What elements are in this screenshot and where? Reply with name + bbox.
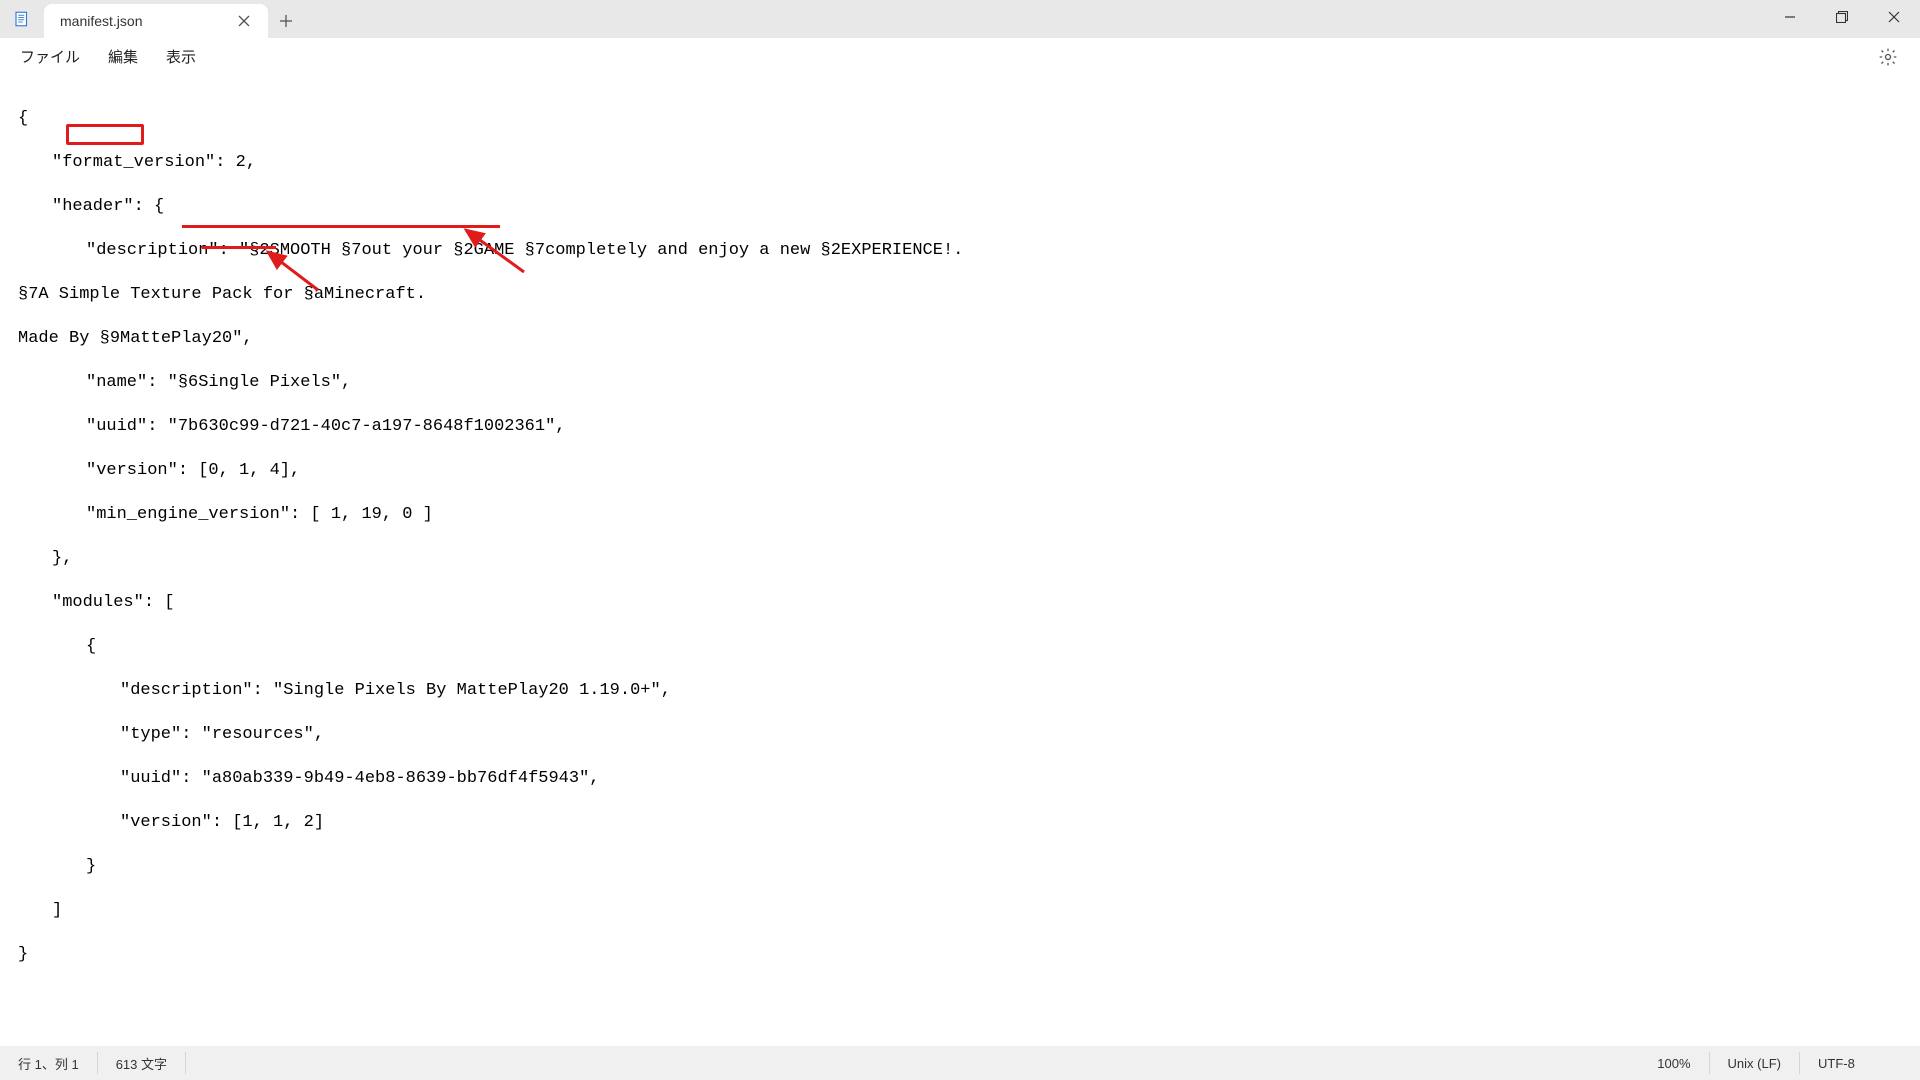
code-line: "uuid": "a80ab339-9b49-4eb8-8639-bb76df4… bbox=[18, 768, 1920, 790]
code-line: "version": [1, 1, 2] bbox=[18, 812, 1920, 834]
annotation-underline-uuid bbox=[182, 225, 500, 228]
title-bar: manifest.json bbox=[0, 0, 1920, 38]
menu-edit[interactable]: 編集 bbox=[94, 40, 152, 73]
status-line-ending[interactable]: Unix (LF) bbox=[1710, 1052, 1800, 1074]
code-line: }, bbox=[18, 548, 1920, 570]
code-line: "format_version": 2, bbox=[18, 152, 1920, 174]
code-line: §7A Simple Texture Pack for §aMinecraft. bbox=[18, 284, 1920, 306]
new-tab-button[interactable] bbox=[268, 4, 304, 38]
status-encoding[interactable]: UTF-8 bbox=[1800, 1052, 1920, 1074]
maximize-icon[interactable] bbox=[1816, 0, 1868, 34]
code-line: { bbox=[18, 108, 1920, 130]
tab-manifest[interactable]: manifest.json bbox=[44, 4, 268, 38]
code-line: ] bbox=[18, 900, 1920, 922]
status-char-count[interactable]: 613 文字 bbox=[98, 1052, 186, 1074]
window-close-icon[interactable] bbox=[1868, 0, 1920, 34]
code-content: { "format_version": 2, "header": { "desc… bbox=[18, 86, 1920, 1046]
menu-view[interactable]: 表示 bbox=[152, 40, 210, 73]
code-line: "description": "§2SMOOTH §7out your §2GA… bbox=[18, 240, 1920, 262]
code-line: { bbox=[18, 636, 1920, 658]
minimize-icon[interactable] bbox=[1764, 0, 1816, 34]
tab-title: manifest.json bbox=[60, 13, 142, 29]
code-line: "type": "resources", bbox=[18, 724, 1920, 746]
code-line: "min_engine_version": [ 1, 19, 0 ] bbox=[18, 504, 1920, 526]
status-zoom[interactable]: 100% bbox=[1639, 1052, 1709, 1074]
code-line: } bbox=[18, 856, 1920, 878]
code-line: "version": [0, 1, 4], bbox=[18, 460, 1920, 482]
editor-area[interactable]: { "format_version": 2, "header": { "desc… bbox=[0, 76, 1920, 1046]
code-line: "modules": [ bbox=[18, 592, 1920, 614]
gear-icon[interactable] bbox=[1870, 39, 1906, 75]
code-line: "uuid": "7b630c99-d721-40c7-a197-8648f10… bbox=[18, 416, 1920, 438]
app-icon bbox=[0, 0, 44, 38]
code-line: } bbox=[18, 944, 1920, 966]
code-line: Made By §9MattePlay20", bbox=[18, 328, 1920, 350]
menu-bar: ファイル 編集 表示 bbox=[0, 38, 1920, 76]
code-line: "header": { bbox=[18, 196, 1920, 218]
status-cursor[interactable]: 行 1、列 1 bbox=[0, 1052, 98, 1074]
close-icon[interactable] bbox=[232, 9, 256, 33]
code-line: "name": "§6Single Pixels", bbox=[18, 372, 1920, 394]
menu-file[interactable]: ファイル bbox=[6, 40, 94, 73]
window-controls bbox=[1764, 0, 1920, 38]
code-line: "description": "Single Pixels By MattePl… bbox=[18, 680, 1920, 702]
status-bar: 行 1、列 1 613 文字 100% Unix (LF) UTF-8 bbox=[0, 1046, 1920, 1080]
